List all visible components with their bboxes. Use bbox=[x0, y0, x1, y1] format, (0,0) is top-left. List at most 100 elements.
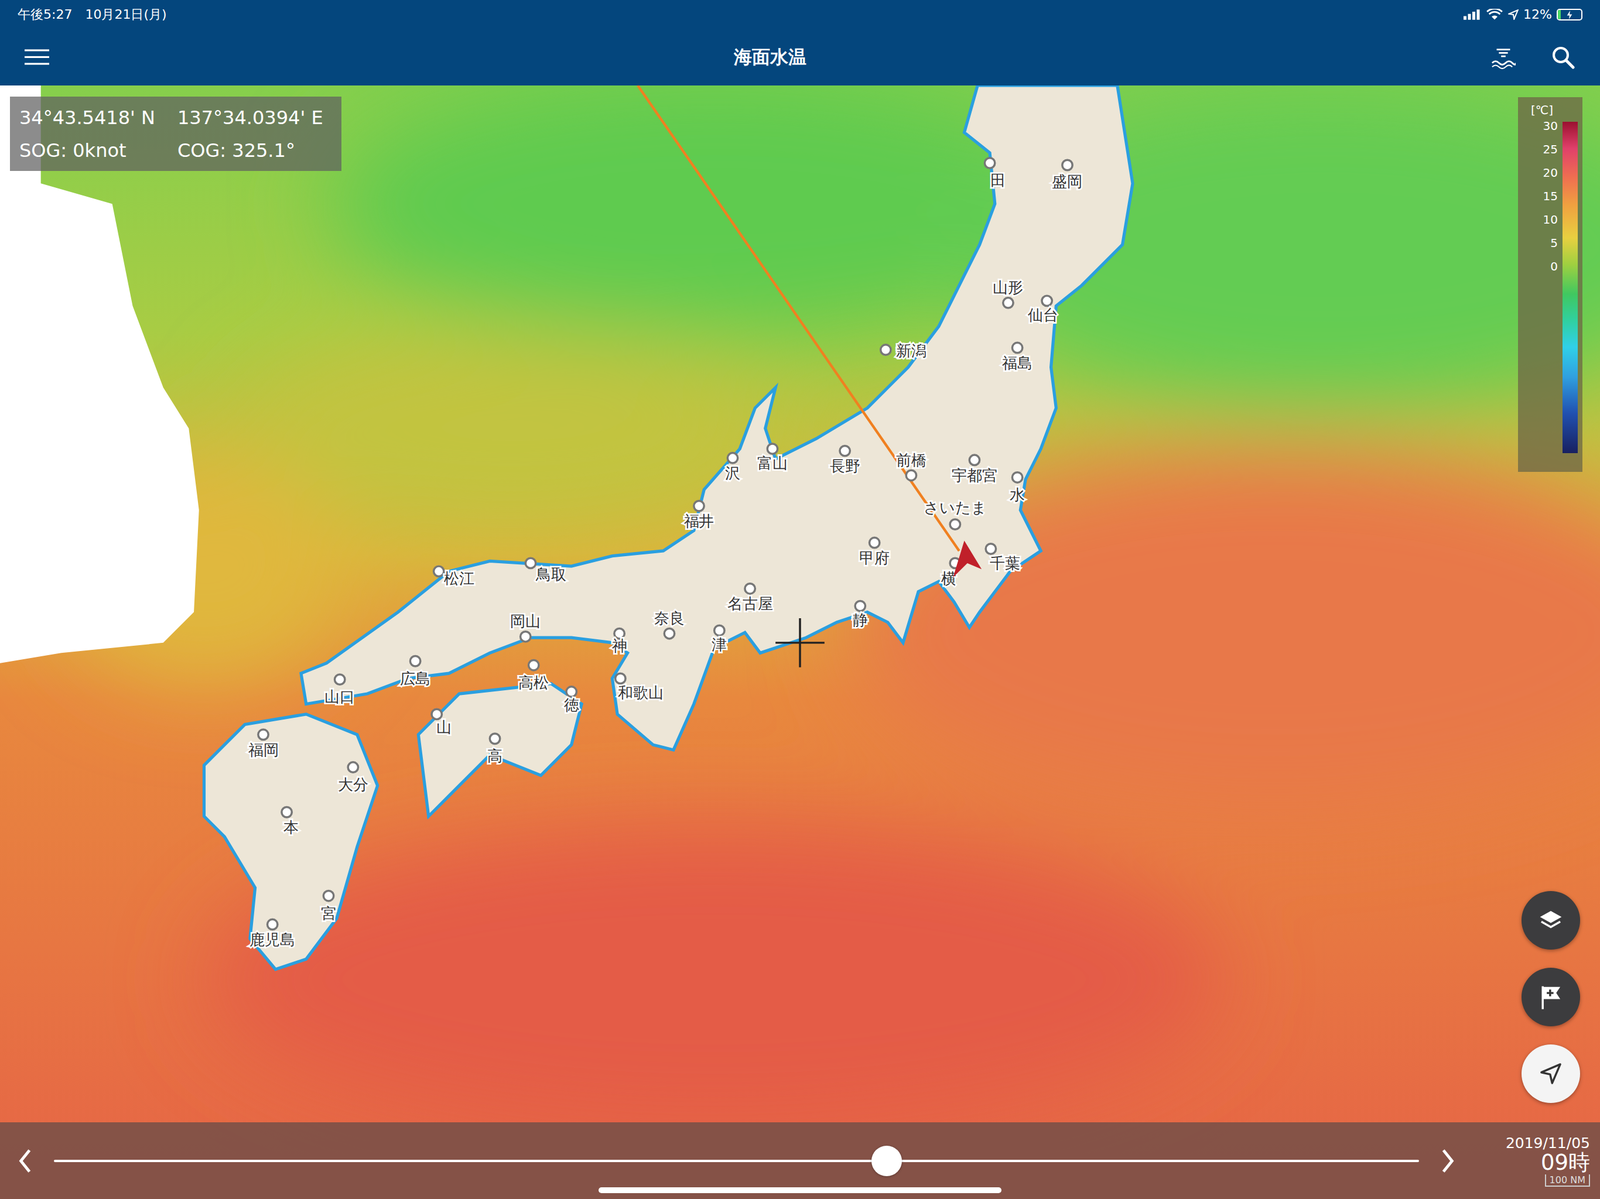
city-pin[interactable]: 盛岡 bbox=[1052, 159, 1083, 190]
city-pin[interactable]: 甲府 bbox=[859, 537, 890, 567]
city-label: 前橋 bbox=[896, 451, 927, 470]
city-label: 宮 bbox=[320, 904, 337, 923]
mainland bbox=[0, 85, 200, 664]
city-dot bbox=[744, 583, 755, 594]
city-dot bbox=[1041, 295, 1052, 306]
kyushu bbox=[203, 714, 378, 970]
city-dot bbox=[985, 544, 996, 555]
city-pin[interactable]: 長野 bbox=[829, 445, 861, 475]
legend-color-bar bbox=[1562, 121, 1578, 454]
sea-temperature-map[interactable]: 田 盛岡山形仙台新潟 福島前橋宇都宮水 長野 富山沢福井 さいたま甲府 千葉横静 名古屋津 鳥取… bbox=[0, 85, 1600, 1199]
city-label: 横 bbox=[941, 569, 957, 588]
city-dot bbox=[1012, 342, 1022, 353]
city-dot bbox=[323, 891, 334, 902]
city-label: 徳 bbox=[563, 696, 580, 714]
city-pin[interactable]: 鳥取 bbox=[525, 558, 567, 584]
city-dot bbox=[489, 733, 500, 744]
city-label: 高 bbox=[487, 747, 503, 765]
app-screen: 午後5:27 10月21日(月) 12% 海面水温 田 盛岡山形仙台新潟 福島前橋宇… bbox=[0, 0, 1600, 1199]
city-pin[interactable]: 水 bbox=[1009, 472, 1025, 504]
city-dot bbox=[520, 631, 531, 642]
battery-icon bbox=[1556, 8, 1583, 21]
city-pin[interactable]: 名古屋 bbox=[727, 583, 774, 614]
timeline-bar: 2019/11/05 09時 100 NM bbox=[0, 1122, 1600, 1199]
city-dot bbox=[906, 470, 916, 481]
menu-icon[interactable] bbox=[24, 48, 50, 67]
city-label: 和歌山 bbox=[617, 684, 664, 702]
city-pin[interactable]: 前橋 bbox=[896, 451, 927, 481]
city-pin[interactable]: 大分 bbox=[337, 762, 369, 794]
city-pin[interactable]: 山口 bbox=[324, 674, 355, 706]
city-pin[interactable]: さいたま bbox=[923, 498, 987, 530]
city-dot bbox=[528, 660, 539, 671]
city-label: 鹿児島 bbox=[249, 931, 296, 949]
city-pin[interactable]: 宇都宮 bbox=[951, 455, 998, 485]
city-label: 仙台 bbox=[1027, 306, 1059, 324]
sea-layer-icon[interactable] bbox=[1491, 45, 1516, 70]
timeline-slider[interactable] bbox=[53, 1143, 1420, 1179]
layers-icon bbox=[1537, 907, 1565, 935]
location-icon bbox=[1508, 9, 1519, 20]
city-pin[interactable]: 鹿児島 bbox=[249, 919, 296, 949]
city-pin[interactable]: 山 bbox=[431, 709, 452, 737]
city-pin[interactable]: 田 bbox=[984, 158, 1006, 190]
city-label: 富山 bbox=[757, 454, 788, 473]
city-pin[interactable]: 奈良 bbox=[654, 609, 685, 639]
city-pin[interactable]: 静 bbox=[852, 600, 868, 629]
city-label: 岡山 bbox=[510, 612, 541, 631]
city-pin[interactable]: 松江 bbox=[433, 566, 475, 588]
layers-button[interactable] bbox=[1521, 891, 1581, 950]
city-dot bbox=[433, 566, 444, 577]
next-icon[interactable] bbox=[1440, 1148, 1456, 1175]
city-dot bbox=[267, 919, 278, 930]
city-pin[interactable]: 山形 bbox=[992, 278, 1024, 309]
city-dot bbox=[431, 709, 442, 720]
city-dot bbox=[1062, 159, 1073, 170]
position-panel: 34°43.5418' N 137°34.0394' E SOG: 0knot … bbox=[9, 96, 342, 172]
city-label: 名古屋 bbox=[727, 595, 774, 613]
city-dot bbox=[664, 628, 675, 639]
city-pin[interactable]: 広島 bbox=[400, 656, 431, 688]
city-pin[interactable]: 津 bbox=[711, 625, 727, 654]
city-label: 宇都宮 bbox=[951, 466, 998, 485]
map[interactable]: 田 盛岡山形仙台新潟 福島前橋宇都宮水 長野 富山沢福井 さいたま甲府 千葉横静 名古屋津 鳥取… bbox=[0, 85, 1600, 1199]
longitude: 137°34.0394' E bbox=[177, 106, 333, 129]
status-bar: 午後5:27 10月21日(月) 12% bbox=[0, 0, 1600, 29]
city-dot bbox=[880, 344, 891, 355]
city-pin[interactable]: 富山 bbox=[757, 443, 788, 473]
honshu bbox=[301, 85, 1133, 751]
city-pin[interactable]: 宮 bbox=[320, 891, 337, 923]
add-waypoint-button[interactable] bbox=[1521, 968, 1581, 1027]
city-dot bbox=[984, 158, 995, 169]
previous-icon[interactable] bbox=[17, 1148, 33, 1175]
current-location-button[interactable] bbox=[1521, 1044, 1581, 1104]
crosshair-icon bbox=[775, 618, 825, 668]
city-pin[interactable]: 高松 bbox=[518, 660, 549, 692]
search-icon[interactable] bbox=[1550, 45, 1576, 70]
city-label: 静 bbox=[852, 611, 868, 629]
wifi-icon bbox=[1485, 8, 1504, 21]
status-date: 10月21日(月) bbox=[84, 5, 167, 24]
flag-icon bbox=[1537, 983, 1565, 1011]
city-pin[interactable]: 徳 bbox=[563, 686, 580, 714]
timeline-hour: 09時 bbox=[1540, 1151, 1591, 1175]
slider-thumb[interactable] bbox=[871, 1146, 902, 1177]
city-pin[interactable]: 岡山 bbox=[510, 612, 541, 642]
city-pin[interactable]: 福島 bbox=[1002, 342, 1033, 372]
city-pin[interactable]: 千葉 bbox=[985, 544, 1021, 573]
city-pin[interactable]: 神 bbox=[612, 628, 628, 655]
city-label: 本 bbox=[283, 818, 299, 837]
nav-title: 海面水温 bbox=[49, 45, 1492, 70]
city-pin[interactable]: 高 bbox=[487, 733, 503, 765]
city-label: 大分 bbox=[337, 775, 369, 794]
vessel-arrow-icon bbox=[952, 541, 982, 579]
city-pin[interactable]: 仙台 bbox=[1027, 295, 1059, 324]
city-pin[interactable]: 福井 bbox=[684, 501, 715, 531]
city-pin[interactable]: 和歌山 bbox=[615, 673, 665, 702]
city-label: 盛岡 bbox=[1052, 172, 1083, 191]
city-pin[interactable]: 福岡 bbox=[248, 729, 279, 760]
city-label: 福井 bbox=[684, 512, 715, 531]
city-pin[interactable]: 新潟 bbox=[880, 342, 927, 360]
city-pin[interactable]: 本 bbox=[281, 807, 299, 837]
city-pin[interactable]: 沢 bbox=[725, 453, 741, 483]
